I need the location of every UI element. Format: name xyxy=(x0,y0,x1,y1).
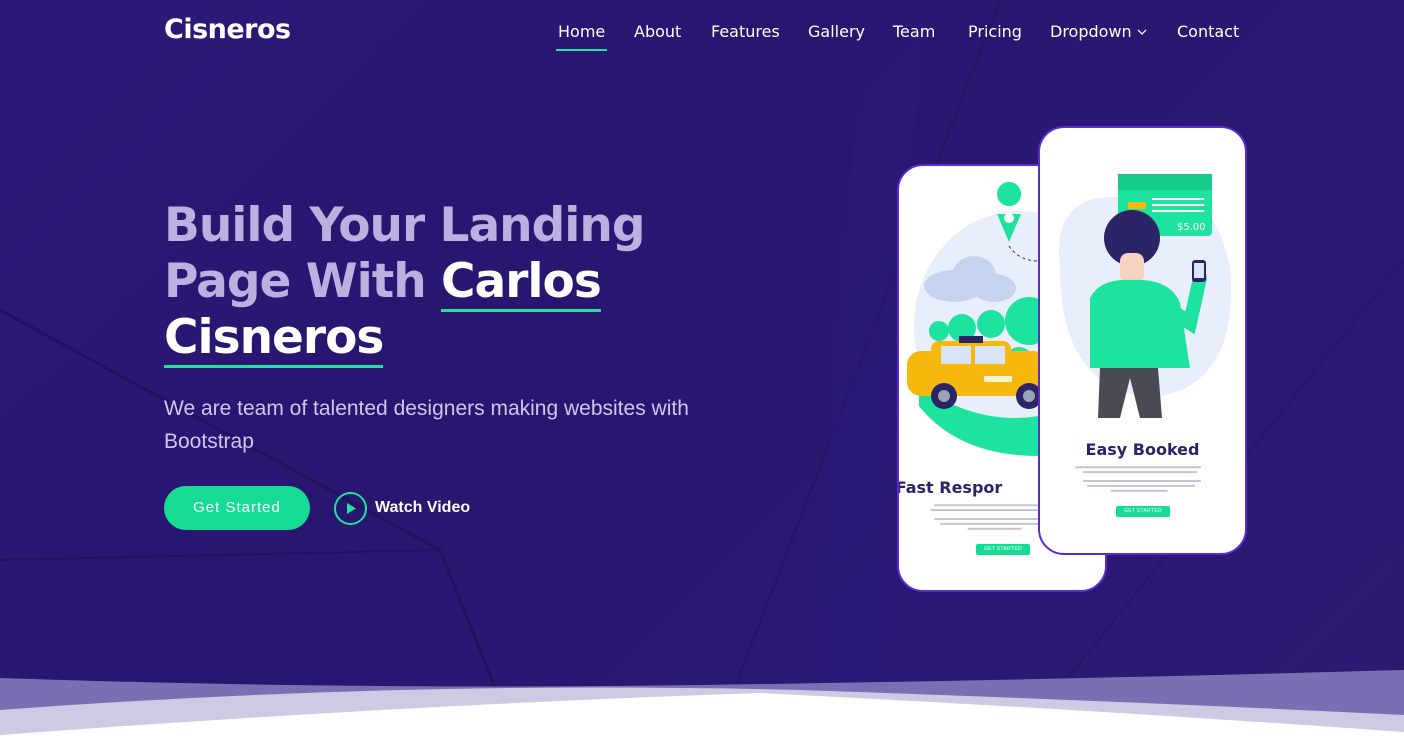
play-icon xyxy=(334,491,367,525)
nav-item-gallery[interactable]: Gallery xyxy=(808,22,865,41)
nav-item-dropdown[interactable]: Dropdown xyxy=(1050,22,1147,41)
get-started-button[interactable]: Get Started xyxy=(164,486,310,530)
nav-item-features[interactable]: Features xyxy=(711,22,780,41)
headline-accent-last: Cisneros xyxy=(164,310,384,368)
watch-video-label: Watch Video xyxy=(375,499,471,516)
headline-accent-first: Carlos xyxy=(441,254,602,312)
main-nav: Home About Features Gallery Team Pricing… xyxy=(0,22,1404,52)
nav-item-about[interactable]: About xyxy=(634,22,681,41)
hero-headline: Build Your Landing Page With Carlos Cisn… xyxy=(164,198,724,368)
nav-item-team[interactable]: Team xyxy=(893,22,935,41)
phone2-description-lines xyxy=(1075,466,1201,492)
chevron-down-icon xyxy=(1137,29,1147,35)
bottom-wave xyxy=(0,670,1404,755)
phone2-title: Easy Booked xyxy=(1085,440,1200,459)
nav-item-home[interactable]: Home xyxy=(555,22,608,51)
phone-mockup-easy-booked: $5.00 Easy Booked GET STARTED xyxy=(1038,126,1247,555)
watch-video-link[interactable]: Watch Video xyxy=(334,491,470,525)
phone1-get-started-button: GET STARTED xyxy=(976,544,1030,555)
hero-section: Cisneros Home About Features Gallery Tea… xyxy=(0,0,1404,755)
nav-item-dropdown-label: Dropdown xyxy=(1050,22,1132,41)
nav-item-contact[interactable]: Contact xyxy=(1177,22,1239,41)
nav-item-pricing[interactable]: Pricing xyxy=(968,22,1022,41)
phone2-get-started-button: GET STARTED xyxy=(1116,506,1170,517)
price-text: $5.00 xyxy=(1177,222,1206,233)
person-booking-illustration: $5.00 xyxy=(1058,174,1231,418)
hero-subtitle: We are team of talented designers making… xyxy=(164,397,689,453)
phone1-title: Fast Respor xyxy=(897,478,1003,497)
